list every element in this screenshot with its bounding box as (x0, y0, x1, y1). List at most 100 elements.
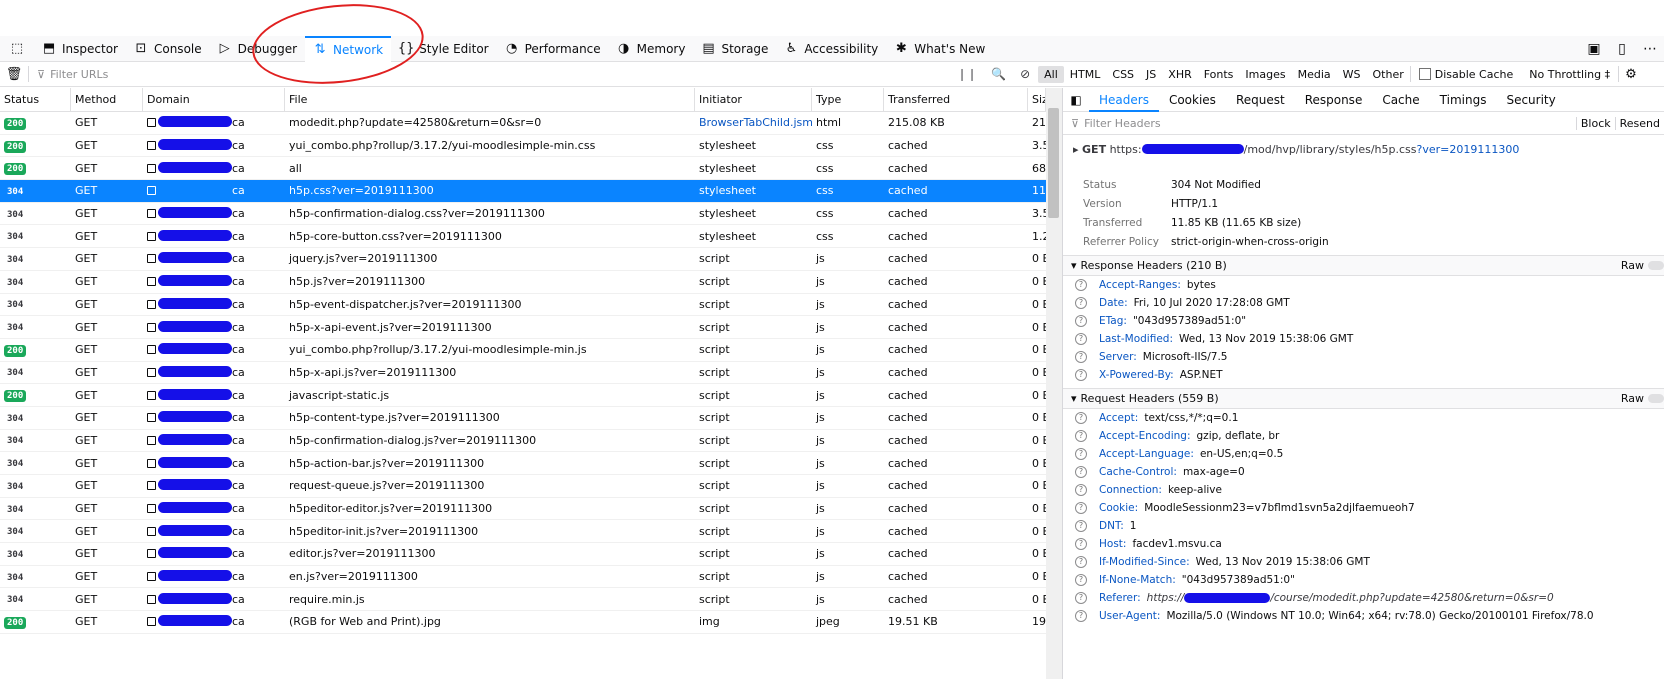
help-icon[interactable]: ? (1075, 333, 1087, 345)
table-row[interactable]: 304 GET ca editor.js?ver=2019111300 script js… (0, 543, 1046, 566)
tab-what-s-new[interactable]: ✱ What's New (886, 36, 993, 62)
table-row[interactable]: 304 GET ca en.js?ver=2019111300 script js cach… (0, 566, 1046, 589)
help-icon[interactable]: ? (1075, 520, 1087, 532)
table-row[interactable]: 304 GET ca request-queue.js?ver=2019111300 s… (0, 475, 1046, 498)
header-row[interactable]: ? DNT: 1 (1063, 517, 1664, 535)
toggle-sidebar-icon[interactable]: ◧ (1063, 93, 1089, 107)
table-row[interactable]: 200 GET ca yui_combo.php?rollup/3.17.2/yui-… (0, 135, 1046, 158)
table-row[interactable]: 304 GET ca h5p-action-bar.js?ver=2019111300… (0, 452, 1046, 475)
dock-icon[interactable]: ▣ (1586, 41, 1602, 57)
header-row[interactable]: ? User-Agent: Mozilla/5.0 (Windows NT 10.0… (1063, 607, 1664, 625)
help-icon[interactable]: ? (1075, 448, 1087, 460)
help-icon[interactable]: ? (1075, 369, 1087, 381)
column-header-method[interactable]: Method (71, 88, 143, 112)
type-filter-html[interactable]: HTML (1064, 66, 1107, 83)
table-row[interactable]: 304 GET ca h5peditor-editor.js?ver=20191113… (0, 498, 1046, 521)
tab-console[interactable]: ⊡ Console (126, 36, 210, 62)
help-icon[interactable]: ? (1075, 502, 1087, 514)
header-row[interactable]: ? Server: Microsoft-IIS/7.5 (1063, 348, 1664, 366)
raw-toggle[interactable]: Raw (1621, 392, 1664, 405)
details-tab-cache[interactable]: Cache (1372, 88, 1429, 112)
help-icon[interactable]: ? (1075, 412, 1087, 424)
header-row[interactable]: ? Accept: text/css,*/*;q=0.1 (1063, 409, 1664, 427)
tab-accessibility[interactable]: ♿ Accessibility (776, 36, 886, 62)
details-tab-headers[interactable]: Headers (1089, 88, 1159, 112)
details-tab-security[interactable]: Security (1496, 88, 1565, 112)
details-tab-timings[interactable]: Timings (1430, 88, 1497, 112)
help-icon[interactable]: ? (1075, 430, 1087, 442)
pause-icon[interactable]: ❘❘ (957, 67, 977, 81)
column-header-file[interactable]: File (285, 88, 695, 112)
help-icon[interactable]: ? (1075, 574, 1087, 586)
help-icon[interactable]: ? (1075, 315, 1087, 327)
responsive-design-icon[interactable]: ▯ (1614, 41, 1630, 57)
table-row[interactable]: 304 GET ca h5p-confirmation-dialog.css?ver=… (0, 203, 1046, 226)
type-filter-css[interactable]: CSS (1106, 66, 1140, 83)
help-icon[interactable]: ? (1075, 466, 1087, 478)
details-tab-response[interactable]: Response (1295, 88, 1373, 112)
header-row[interactable]: ? If-None-Match: "043d957389ad51:0" (1063, 571, 1664, 589)
table-row[interactable]: 304 GET ca h5p-event-dispatcher.js?ver=2019… (0, 294, 1046, 317)
disable-cache-checkbox[interactable]: Disable Cache (1411, 68, 1522, 81)
table-row[interactable]: 304 GET ca h5p-x-api.js?ver=2019111300 scrip… (0, 362, 1046, 385)
tab-storage[interactable]: ▤ Storage (693, 36, 776, 62)
request-url-line[interactable]: ▸ GET https: /mod/hvp/library/styles/h5p.… (1063, 135, 1664, 171)
help-icon[interactable]: ? (1075, 484, 1087, 496)
help-icon[interactable]: ? (1075, 610, 1087, 622)
column-header-type[interactable]: Type (812, 88, 884, 112)
tab-memory[interactable]: ◑ Memory (609, 36, 694, 62)
column-header-domain[interactable]: Domain (143, 88, 285, 112)
header-row[interactable]: ? Cache-Control: max-age=0 (1063, 463, 1664, 481)
header-row[interactable]: ? Host: facdev1.msvu.ca (1063, 535, 1664, 553)
element-picker-button[interactable]: ⬚ (0, 36, 34, 62)
resend-button[interactable]: Resend (1614, 117, 1664, 130)
table-row[interactable]: 304 GET ca jquery.js?ver=2019111300 script js… (0, 248, 1046, 271)
type-filter-all[interactable]: All (1038, 65, 1064, 83)
table-row[interactable]: 304 GET ca require.min.js script js cached 0 B (0, 588, 1046, 612)
help-icon[interactable]: ? (1075, 297, 1087, 309)
request-headers-section[interactable]: ▾ Request Headers (559 B) Raw (1063, 388, 1664, 409)
help-icon[interactable]: ? (1075, 279, 1087, 291)
table-row[interactable]: 304 GET ca h5p-x-api-event.js?ver=201911130… (0, 316, 1046, 339)
tab-network[interactable]: ⇅ Network (305, 35, 392, 62)
filter-headers-input[interactable]: ⊽ Filter Headers Block Resend (1063, 112, 1664, 135)
block-icon[interactable]: ⊘ (1020, 67, 1030, 81)
column-header-transferred[interactable]: Transferred (884, 88, 1028, 112)
table-row[interactable]: 200 GET ca (RGB for Web and Print).jpg img jp… (0, 611, 1046, 634)
search-icon[interactable]: 🔍 (991, 67, 1006, 81)
settings-gear-icon[interactable]: ⚙ (1619, 67, 1643, 82)
header-row[interactable]: ? Cookie: MoodleSessionm23=v7bflmd1svn5a2d… (1063, 499, 1664, 517)
filter-urls-input[interactable]: ⊽ Filter URLs (29, 68, 949, 81)
type-filter-media[interactable]: Media (1292, 66, 1337, 83)
table-row[interactable]: 304 GET ca h5p-confirmation-dialog.js?ver=2… (0, 430, 1046, 453)
type-filter-other[interactable]: Other (1367, 66, 1410, 83)
header-row[interactable]: ? Accept-Ranges: bytes (1063, 276, 1664, 294)
initiator-text[interactable]: BrowserTabChild.jsm... (699, 116, 812, 129)
tab-debugger[interactable]: ▷ Debugger (210, 36, 305, 62)
scrollbar-thumb[interactable] (1048, 108, 1059, 218)
help-icon[interactable]: ? (1075, 556, 1087, 568)
type-filter-xhr[interactable]: XHR (1162, 66, 1197, 83)
throttling-select[interactable]: No Throttling ‡ (1521, 68, 1618, 81)
more-options-icon[interactable]: ⋯ (1642, 41, 1658, 57)
table-row[interactable]: 304 GET ca h5p-content-type.js?ver=20191113… (0, 407, 1046, 430)
column-header-size[interactable]: Size (1028, 88, 1046, 112)
table-row[interactable]: 200 GET ca all stylesheet css cached 684 (0, 157, 1046, 181)
header-row[interactable]: ? ETag: "043d957389ad51:0" (1063, 312, 1664, 330)
help-icon[interactable]: ? (1075, 592, 1087, 604)
table-row[interactable]: 200 GET ca javascript-static.js script js cach… (0, 384, 1046, 407)
tab-inspector[interactable]: ⬒ Inspector (34, 36, 126, 62)
type-filter-js[interactable]: JS (1140, 66, 1162, 83)
type-filter-images[interactable]: Images (1239, 66, 1291, 83)
type-filter-fonts[interactable]: Fonts (1198, 66, 1240, 83)
table-scrollbar[interactable] (1046, 88, 1062, 679)
header-row[interactable]: ? If-Modified-Since: Wed, 13 Nov 2019 15:3… (1063, 553, 1664, 571)
column-header-status[interactable]: Status (0, 88, 71, 112)
block-button[interactable]: Block (1575, 117, 1615, 130)
header-row[interactable]: ? Accept-Encoding: gzip, deflate, br (1063, 427, 1664, 445)
table-row[interactable]: 304 GET ca h5peditor-init.js?ver=2019111300… (0, 520, 1046, 544)
help-icon[interactable]: ? (1075, 538, 1087, 550)
column-header-initiator[interactable]: Initiator (695, 88, 812, 112)
tab-performance[interactable]: ◔ Performance (497, 36, 609, 62)
table-row[interactable]: 304 GET ca h5p-core-button.css?ver=20191113… (0, 225, 1046, 249)
